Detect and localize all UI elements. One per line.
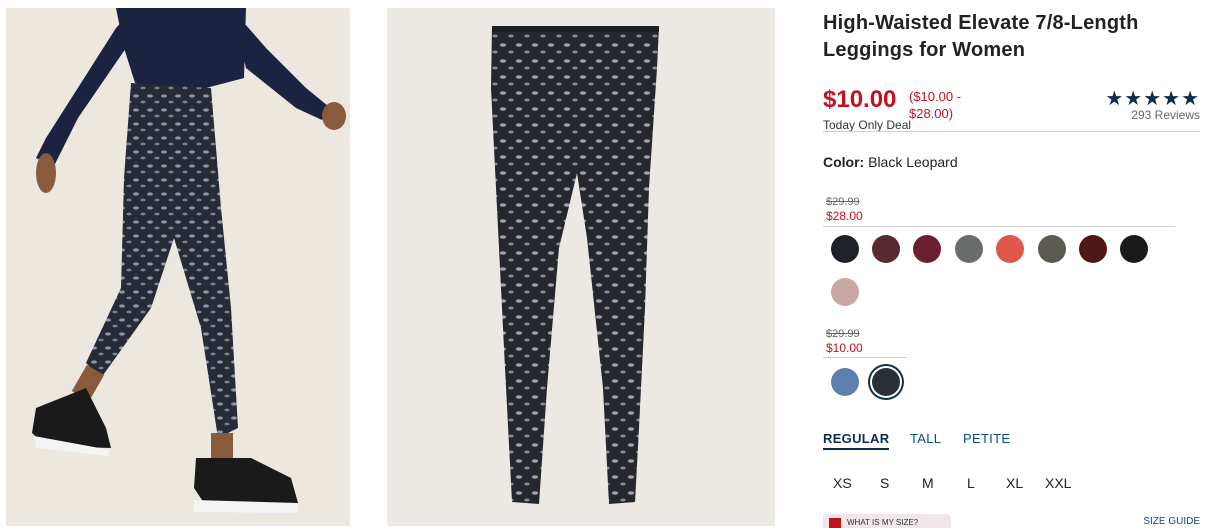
model-photo-illustration [32, 8, 346, 513]
swatch-6[interactable] [1038, 235, 1066, 263]
size-s[interactable]: S [880, 475, 889, 491]
old-price: $29.99 [826, 328, 860, 340]
color-selection: Color: Black Leopard [823, 154, 958, 170]
swatch-7[interactable] [1079, 235, 1107, 263]
what-is-my-size-label: WHAT IS MY SIZE? [847, 518, 919, 527]
old-price: $29.99 [826, 196, 860, 208]
swatch-4[interactable] [955, 235, 983, 263]
swatch-5[interactable] [996, 235, 1024, 263]
deal-label: Today Only Deal [823, 118, 912, 132]
current-price: $10.00 [823, 86, 897, 113]
size-badge-icon [829, 518, 841, 528]
what-is-my-size-button[interactable]: WHAT IS MY SIZE? [823, 514, 951, 528]
price-row: $10.00 ($10.00 - $28.00) Today Only Deal… [823, 86, 1200, 134]
product-photo-flat[interactable] [387, 8, 775, 526]
sale-price: $28.00 [826, 209, 863, 223]
swatch-1[interactable] [831, 235, 859, 263]
size-guide-link[interactable]: SIZE GUIDE [1143, 516, 1200, 527]
size-xs[interactable]: XS [833, 475, 852, 491]
swatch-2[interactable] [872, 235, 900, 263]
size-m[interactable]: M [922, 475, 934, 491]
swatch-8[interactable] [1120, 235, 1148, 263]
color-label: Color: [823, 154, 865, 170]
swatch-9[interactable] [831, 278, 859, 306]
color-value: Black Leopard [868, 154, 958, 170]
reviews-link[interactable]: 293 Reviews [1131, 108, 1200, 122]
tab-petite[interactable]: PETITE [963, 431, 1010, 446]
price-range: ($10.00 - $28.00) [909, 89, 962, 121]
tab-tall[interactable]: TALL [910, 431, 941, 446]
swatch-3[interactable] [913, 235, 941, 263]
price-group-1: $29.99 $28.00 [826, 196, 863, 223]
size-xl[interactable]: XL [1006, 475, 1023, 491]
group-rule [823, 357, 907, 358]
swatch-10[interactable] [831, 368, 859, 396]
flat-leggings-illustration [491, 26, 659, 504]
group-rule [823, 226, 1175, 227]
swatch-11-selected[interactable] [872, 368, 900, 396]
divider [823, 131, 1200, 132]
product-title: High-Waisted Elevate 7/8-Length Leggings… [823, 12, 1139, 61]
size-xxl[interactable]: XXL [1045, 475, 1071, 491]
product-detail-panel: High-Waisted Elevate 7/8-Length Leggings… [823, 10, 1200, 134]
product-photo-model[interactable] [6, 8, 350, 526]
sale-price: $10.00 [826, 341, 863, 355]
price-group-2: $29.99 $10.00 [826, 328, 863, 355]
size-l[interactable]: L [967, 475, 975, 491]
tab-regular[interactable]: REGULAR [823, 431, 890, 450]
